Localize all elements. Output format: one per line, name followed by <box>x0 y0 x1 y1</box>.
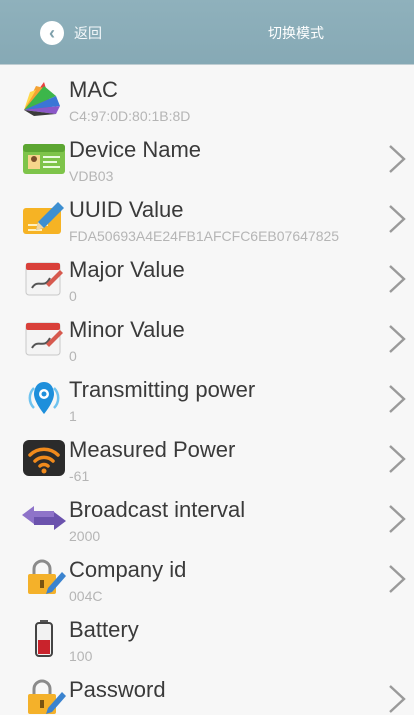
calendar-pen-icon <box>20 318 68 358</box>
setting-label: Transmitting power <box>69 377 256 402</box>
setting-value: 0 <box>69 288 77 304</box>
setting-value: 100 <box>69 648 93 664</box>
setting-row-minor[interactable]: Minor Value 0 <box>0 308 414 368</box>
beacon-icon <box>20 378 68 418</box>
setting-row-mac: MAC C4:97:0D:80:1B:8D <box>0 68 414 128</box>
lock-edit-icon <box>20 558 68 598</box>
battery-icon <box>20 618 68 658</box>
setting-value: -61 <box>69 468 90 484</box>
chevron-left-icon: ‹ <box>40 21 64 45</box>
setting-row-battery: Battery 100 <box>0 608 414 668</box>
setting-label: Company id <box>69 557 187 582</box>
chevron-right-icon <box>389 145 406 173</box>
setting-row-company-id[interactable]: Company id 004C <box>0 548 414 608</box>
chevron-right-icon <box>389 325 406 353</box>
setting-value: 004C <box>69 588 103 604</box>
setting-value: 1 <box>69 408 77 424</box>
setting-label: Major Value <box>69 257 185 282</box>
setting-value: 2000 <box>69 528 101 544</box>
pencil-card-icon <box>20 198 68 238</box>
double-arrow-icon <box>20 498 68 538</box>
setting-label: Measured Power <box>69 437 236 462</box>
rainbow-fan-icon <box>20 78 68 118</box>
top-bar: ‹ 返回 切换模式 <box>0 0 414 65</box>
setting-row-major[interactable]: Major Value 0 <box>0 248 414 308</box>
chevron-right-icon <box>389 505 406 533</box>
setting-value: C4:97:0D:80:1B:8D <box>69 108 191 124</box>
setting-row-broadcast-interval[interactable]: Broadcast interval 2000 <box>0 488 414 548</box>
wifi-icon <box>20 438 68 478</box>
id-card-icon <box>20 138 68 178</box>
switch-mode-button[interactable]: 切换模式 <box>268 23 324 43</box>
setting-label: Minor Value <box>69 317 185 342</box>
setting-row-tx-power[interactable]: Transmitting power 1 <box>0 368 414 428</box>
setting-value: ···· <box>69 708 88 715</box>
setting-label: Device Name <box>69 137 202 162</box>
app-screen: ‹ 返回 切换模式 MAC C4:97:0D:80:1B:8D Device N… <box>0 0 414 715</box>
setting-label: Battery <box>69 617 139 642</box>
setting-value: VDB03 <box>69 168 114 184</box>
setting-row-uuid[interactable]: UUID Value FDA50693A4E24FB1AFCFC6EB07647… <box>0 188 414 248</box>
chevron-right-icon <box>389 685 406 713</box>
setting-label: Password <box>69 677 166 702</box>
chevron-right-icon <box>389 445 406 473</box>
setting-label: UUID Value <box>69 197 184 222</box>
lock-edit-icon <box>20 678 68 715</box>
chevron-right-icon <box>389 385 406 413</box>
back-button[interactable]: ‹ 返回 <box>40 21 102 45</box>
setting-label: MAC <box>69 77 118 102</box>
setting-value: FDA50693A4E24FB1AFCFC6EB07647825 <box>69 228 340 244</box>
setting-row-device-name[interactable]: Device Name VDB03 <box>0 128 414 188</box>
chevron-right-icon <box>389 265 406 293</box>
chevron-right-icon <box>389 565 406 593</box>
back-label: 返回 <box>74 25 102 41</box>
settings-list: MAC C4:97:0D:80:1B:8D Device Name VDB03 <box>0 68 414 715</box>
calendar-pen-icon <box>20 258 68 298</box>
setting-row-measured-power[interactable]: Measured Power -61 <box>0 428 414 488</box>
chevron-right-icon <box>389 205 406 233</box>
setting-value: 0 <box>69 348 77 364</box>
setting-label: Broadcast interval <box>69 497 246 522</box>
setting-row-password[interactable]: Password ···· <box>0 668 414 715</box>
